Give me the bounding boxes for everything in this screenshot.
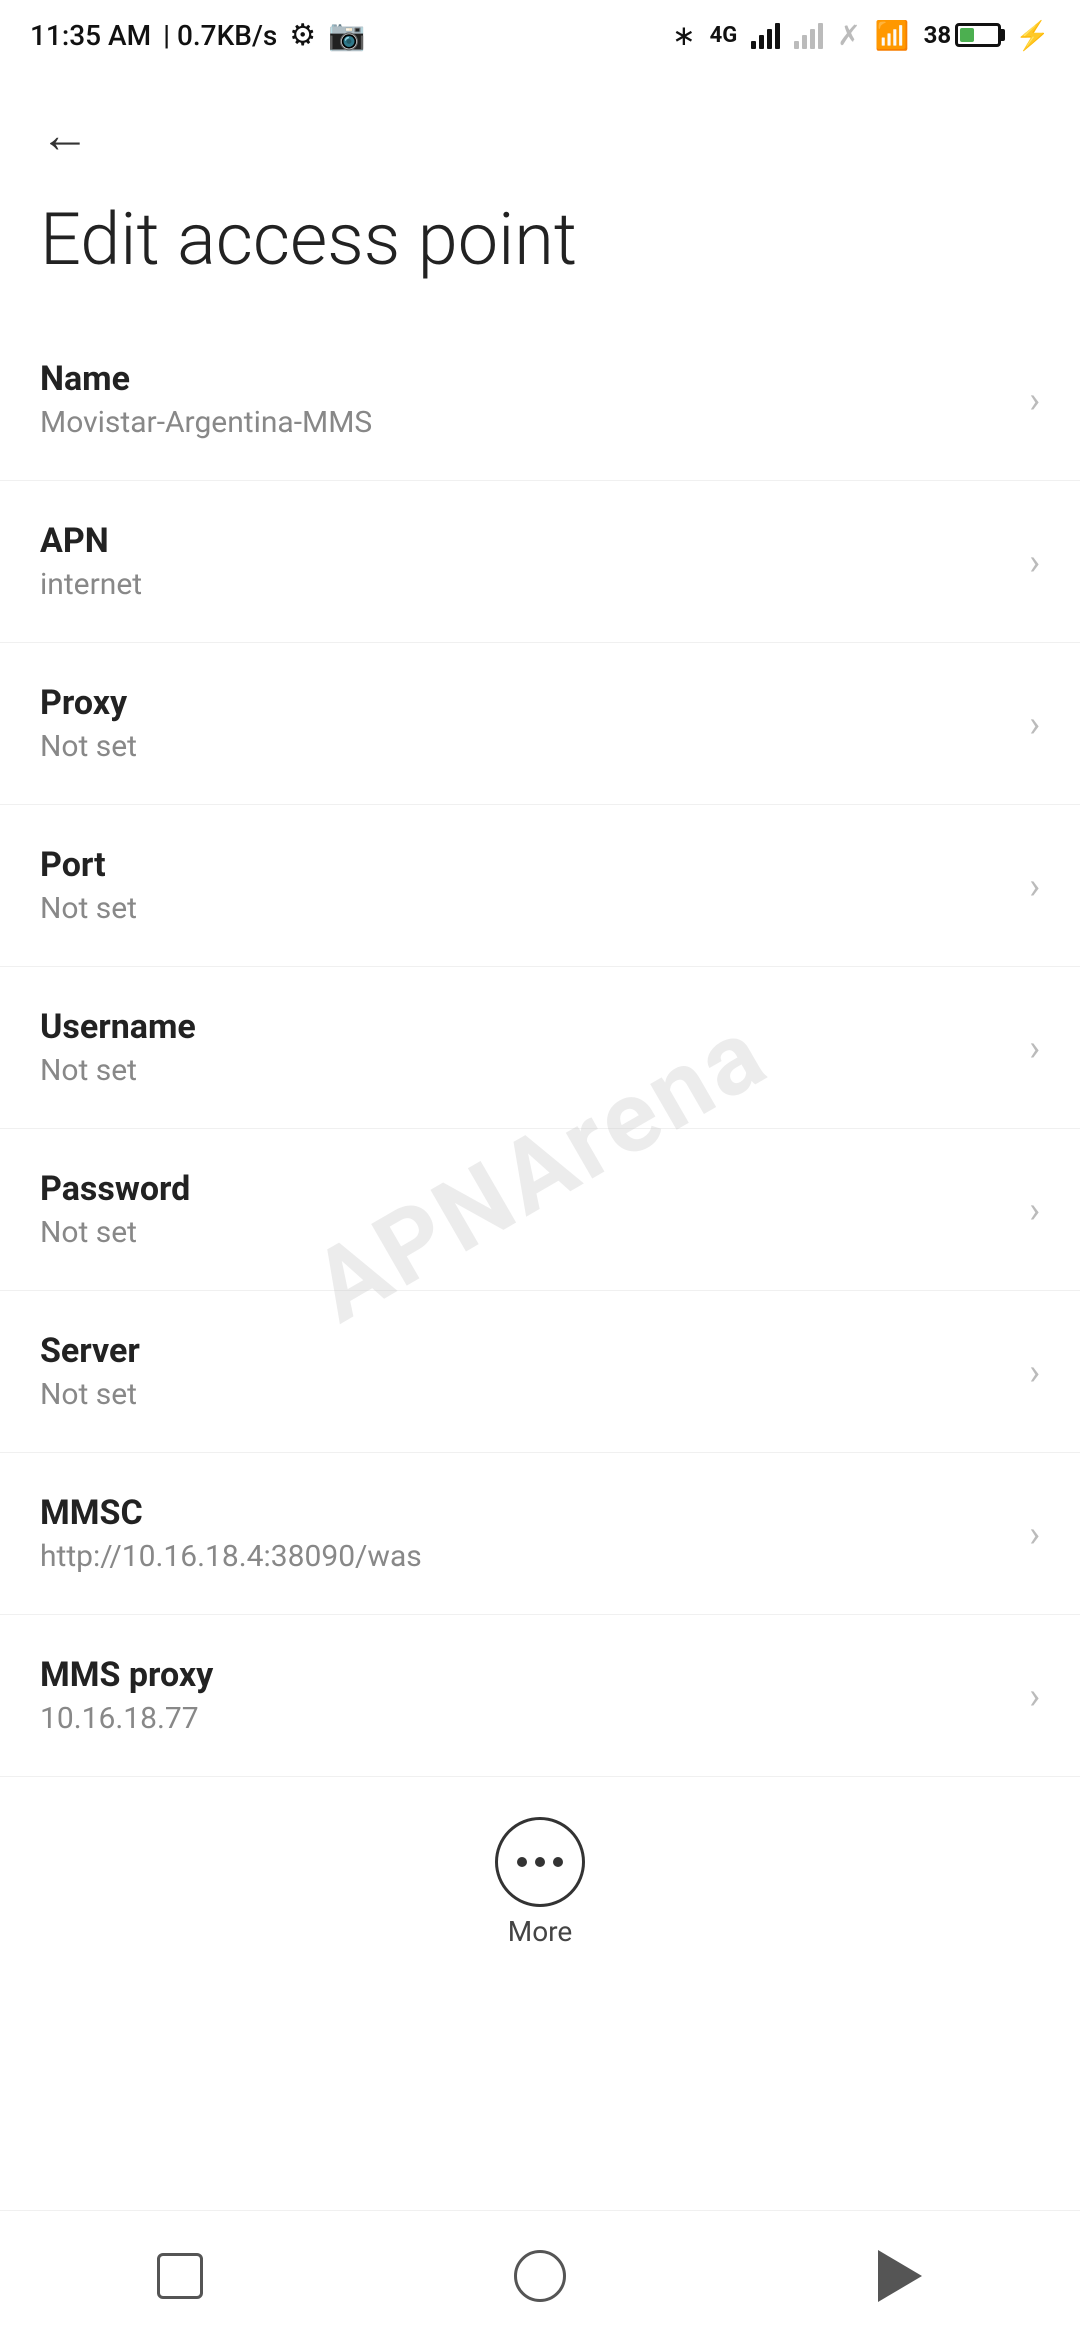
settings-item-content-5: Password Not set — [40, 1169, 1009, 1250]
status-right: ∗ 4G ✗ 📶 38 ⚡ — [672, 19, 1050, 52]
more-icon — [495, 1817, 585, 1907]
settings-item-label-8: MMS proxy — [40, 1655, 1009, 1695]
settings-item-content-8: MMS proxy 10.16.18.77 — [40, 1655, 1009, 1736]
signal-bars-1 — [751, 21, 780, 49]
network-4g-icon: 4G — [710, 23, 738, 48]
settings-item-password[interactable]: Password Not set › — [0, 1129, 1080, 1291]
signal-bars-2 — [794, 21, 823, 49]
more-dot-1 — [517, 1857, 527, 1867]
settings-item-label-4: Username — [40, 1007, 1009, 1047]
chevron-right-icon-8: › — [1029, 1675, 1040, 1717]
settings-item-label-5: Password — [40, 1169, 1009, 1209]
more-dot-3 — [553, 1857, 563, 1867]
settings-item-proxy[interactable]: Proxy Not set › — [0, 643, 1080, 805]
settings-item-value-2: Not set — [40, 729, 1009, 764]
settings-item-port[interactable]: Port Not set › — [0, 805, 1080, 967]
settings-item-value-5: Not set — [40, 1215, 1009, 1250]
settings-item-label-7: MMSC — [40, 1493, 1009, 1533]
time-display: 11:35 AM — [30, 19, 151, 52]
back-nav-icon — [878, 2250, 922, 2302]
settings-item-value-8: 10.16.18.77 — [40, 1701, 1009, 1736]
back-button[interactable]: ← — [30, 100, 100, 170]
wifi-icon: 📶 — [875, 19, 910, 52]
settings-list: Name Movistar-Argentina-MMS › APN intern… — [0, 319, 1080, 1777]
settings-item-content-1: APN internet — [40, 521, 1009, 602]
chevron-right-icon-1: › — [1029, 541, 1040, 583]
settings-item-value-1: internet — [40, 567, 1009, 602]
status-bar: 11:35 AM | 0.7KB/s ⚙ 📷 ∗ 4G ✗ 📶 38 ⚡ — [0, 0, 1080, 70]
camera-icon: 📷 — [328, 18, 365, 53]
more-button[interactable]: More — [495, 1817, 585, 1948]
settings-item-content-3: Port Not set — [40, 845, 1009, 926]
settings-item-content-4: Username Not set — [40, 1007, 1009, 1088]
chevron-right-icon-3: › — [1029, 865, 1040, 907]
settings-item-label-1: APN — [40, 521, 1009, 561]
chevron-right-icon-6: › — [1029, 1351, 1040, 1393]
recents-icon — [157, 2253, 203, 2299]
settings-item-server[interactable]: Server Not set › — [0, 1291, 1080, 1453]
settings-item-mms-proxy[interactable]: MMS proxy 10.16.18.77 › — [0, 1615, 1080, 1777]
settings-icon: ⚙ — [289, 18, 316, 53]
status-left: 11:35 AM | 0.7KB/s ⚙ 📷 — [30, 18, 366, 53]
chevron-right-icon-4: › — [1029, 1027, 1040, 1069]
home-icon — [514, 2250, 566, 2302]
settings-item-content-0: Name Movistar-Argentina-MMS — [40, 359, 1009, 440]
more-dot-2 — [535, 1857, 545, 1867]
settings-item-value-4: Not set — [40, 1053, 1009, 1088]
settings-item-content-7: MMSC http://10.16.18.4:38090/was — [40, 1493, 1009, 1574]
back-area: ← — [0, 70, 1080, 180]
nav-home-button[interactable] — [490, 2236, 590, 2316]
nav-recents-button[interactable] — [130, 2236, 230, 2316]
settings-item-label-0: Name — [40, 359, 1009, 399]
settings-item-apn[interactable]: APN internet › — [0, 481, 1080, 643]
settings-item-value-0: Movistar-Argentina-MMS — [40, 405, 1009, 440]
settings-item-label-6: Server — [40, 1331, 1009, 1371]
settings-item-content-2: Proxy Not set — [40, 683, 1009, 764]
more-section: More — [0, 1777, 1080, 1978]
chevron-right-icon-7: › — [1029, 1513, 1040, 1555]
battery-indicator: 38 — [924, 21, 1002, 49]
settings-item-label-2: Proxy — [40, 683, 1009, 723]
page-title: Edit access point — [0, 180, 1080, 319]
settings-item-value-3: Not set — [40, 891, 1009, 926]
chevron-right-icon-0: › — [1029, 379, 1040, 421]
charging-icon: ⚡ — [1015, 19, 1050, 52]
settings-item-value-6: Not set — [40, 1377, 1009, 1412]
nav-back-button[interactable] — [850, 2236, 950, 2316]
speed-display: | 0.7KB/s — [163, 19, 277, 52]
navigation-bar — [0, 2210, 1080, 2340]
no-signal-icon: ✗ — [837, 19, 860, 52]
more-label: More — [508, 1915, 573, 1948]
settings-item-content-6: Server Not set — [40, 1331, 1009, 1412]
bluetooth-icon: ∗ — [672, 19, 695, 52]
settings-item-label-3: Port — [40, 845, 1009, 885]
settings-item-username[interactable]: Username Not set › — [0, 967, 1080, 1129]
settings-item-name[interactable]: Name Movistar-Argentina-MMS › — [0, 319, 1080, 481]
back-arrow-icon: ← — [40, 106, 90, 165]
chevron-right-icon-2: › — [1029, 703, 1040, 745]
settings-item-value-7: http://10.16.18.4:38090/was — [40, 1539, 1009, 1574]
settings-item-mmsc[interactable]: MMSC http://10.16.18.4:38090/was › — [0, 1453, 1080, 1615]
chevron-right-icon-5: › — [1029, 1189, 1040, 1231]
